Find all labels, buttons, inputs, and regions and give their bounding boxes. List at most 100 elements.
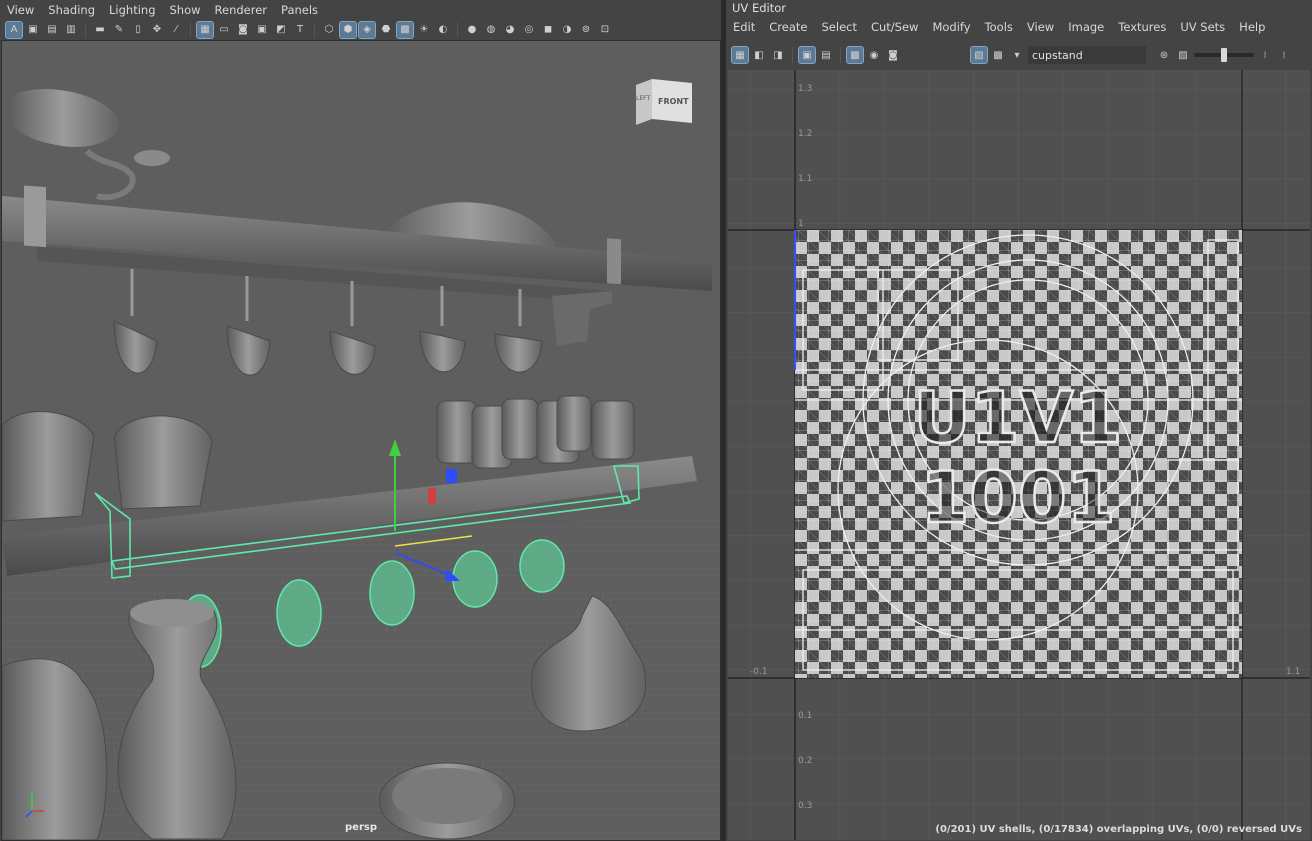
rail-bracket-left (24, 185, 46, 248)
pot-inner (392, 768, 502, 824)
scene-render (2, 89, 720, 840)
wireframe-icon[interactable]: ⬡ (321, 22, 337, 38)
uv-menu-cut-sew[interactable]: Cut/Sew (864, 20, 925, 34)
checker-map-icon[interactable]: ▩ (990, 47, 1006, 63)
brush-icon[interactable]: ⁄ (168, 22, 184, 38)
uv-menu-help[interactable]: Help (1232, 20, 1272, 34)
image-display-icon[interactable]: ▨ (1175, 47, 1191, 63)
image-plane-icon[interactable]: ▥ (63, 22, 79, 38)
uv-snapshot-icon[interactable]: ◙ (885, 47, 901, 63)
uv-menu-textures[interactable]: Textures (1111, 20, 1173, 34)
menu-renderer[interactable]: Renderer (208, 3, 275, 17)
uv-menu-edit[interactable]: Edit (726, 20, 762, 34)
resolution-gate-icon[interactable]: ◙ (235, 22, 251, 38)
toolbar-separator (840, 47, 841, 63)
v-label-1-1: 1.1 (798, 174, 813, 184)
xray-joints-icon[interactable]: ⊚ (578, 22, 594, 38)
v-label-neg-0-1: 0.1 (798, 711, 813, 721)
bonsai-trunk (84, 148, 136, 201)
lights-icon[interactable]: ☀ (416, 22, 432, 38)
uv-editor-panel: UV Editor Edit Create Select Cut/Sew Mod… (726, 0, 1312, 841)
uv-menu-view[interactable]: View (1020, 20, 1061, 34)
uv-grid-icon[interactable]: ▣ (798, 46, 816, 64)
uv-editor-canvas[interactable]: U1V1 1001 1.3 1.2 1.1 1 0.1 0.2 0.3 -0.1… (728, 70, 1310, 840)
viewcube-front-label: FRONT (658, 97, 689, 106)
slider-knob[interactable] (1221, 48, 1227, 62)
uv-shell-toggle-icon[interactable]: ⊛ (1156, 47, 1172, 63)
uv-canvas-svg: U1V1 1001 (728, 70, 1310, 840)
uv-set-field[interactable] (1028, 46, 1146, 64)
use-all-lights-icon[interactable]: ▩ (396, 20, 414, 39)
pivot-icon[interactable]: ✥ (149, 22, 165, 38)
uv-border-icon[interactable]: ◧ (751, 47, 767, 63)
bookmark-icon[interactable]: ▤ (44, 22, 60, 38)
uv-editor-toolbar: ▦ ◧ ◨ ▣ ▤ ▩ ◉ ◙ ▨ ▩ ▾ ⊛ ▨ ⧘ ⧙ (726, 44, 1312, 66)
uv-menu-create[interactable]: Create (762, 20, 814, 34)
v-label-neg-0-2: 0.2 (798, 756, 813, 766)
select-camera-icon[interactable]: A (5, 20, 23, 39)
toolbar-separator (792, 47, 793, 63)
uv-menu-select[interactable]: Select (815, 20, 864, 34)
uv-shell-select-icon[interactable]: ▦ (731, 46, 749, 64)
v-label-1-2: 1.2 (798, 129, 813, 139)
tile-number: 1001 (921, 457, 1116, 539)
uv-distortion-icon[interactable]: ◨ (770, 47, 786, 63)
3d-viewport[interactable]: LEFT FRONT persp (1, 40, 721, 841)
smooth-shade-icon[interactable]: ⬢ (339, 20, 357, 39)
viewport-menubar: View Shading Lighting Show Renderer Pane… (0, 0, 721, 19)
viewport-panel: View Shading Lighting Show Renderer Pane… (0, 0, 721, 841)
bonsai-foliage (6, 89, 119, 147)
u-label-1-1: 1.1 (1286, 667, 1301, 677)
textured-icon[interactable]: ⬣ (378, 22, 394, 38)
gamma-icon[interactable]: ⧙ (1276, 47, 1292, 63)
gate-mask-icon[interactable]: ▣ (254, 22, 270, 38)
uv-menu-modify[interactable]: Modify (925, 20, 977, 34)
uv-texture-borders-icon[interactable]: ◉ (866, 47, 882, 63)
display-image-icon[interactable]: ▨ (970, 46, 988, 64)
depth-of-field-icon[interactable]: ◎ (521, 22, 537, 38)
wall-mount (552, 291, 612, 346)
film-gate-icon[interactable]: ▭ (216, 22, 232, 38)
uv-editor-title: UV Editor (732, 1, 786, 15)
exposure-icon[interactable]: ⧘ (1257, 47, 1273, 63)
grid-icon[interactable]: ▦ (196, 20, 214, 39)
bonsai-top (134, 150, 170, 166)
2d-pan-icon[interactable]: ▬ (92, 22, 108, 38)
uv-status-line: (0/201) UV shells, (0/17834) overlapping… (935, 824, 1302, 835)
uv-menu-image[interactable]: Image (1061, 20, 1111, 34)
v-label-neg-0-3: 0.3 (798, 801, 813, 811)
menu-view[interactable]: View (0, 3, 41, 17)
field-chart-icon[interactable]: ◩ (273, 22, 289, 38)
xray-icon[interactable]: ◑ (559, 22, 575, 38)
camera-name-label: persp (345, 822, 377, 833)
toolbar-separator (85, 21, 86, 38)
rail-bracket-right (607, 238, 621, 285)
uv-pixel-snap-icon[interactable]: ▤ (818, 47, 834, 63)
motion-blur-icon[interactable]: ◍ (483, 22, 499, 38)
toolbar-separator (190, 21, 191, 38)
uv-menu-uv-sets[interactable]: UV Sets (1173, 20, 1232, 34)
isolate-select-icon[interactable]: ◼ (540, 22, 556, 38)
menu-shading[interactable]: Shading (41, 3, 102, 17)
shadows-icon[interactable]: ◐ (435, 22, 451, 38)
ambient-occlusion-icon[interactable]: ● (464, 22, 480, 38)
toolbar-separator (457, 21, 458, 38)
menu-panels[interactable]: Panels (274, 3, 325, 17)
image-brightness-slider[interactable] (1194, 48, 1254, 62)
safe-title-icon[interactable]: T (292, 22, 308, 38)
camera-attributes-icon[interactable]: ▣ (25, 22, 41, 38)
dropdown-arrow-icon[interactable]: ▾ (1009, 47, 1025, 63)
anti-aliasing-icon[interactable]: ◕ (502, 22, 518, 38)
jars-group (436, 395, 635, 469)
uv-shaded-icon[interactable]: ▩ (846, 46, 864, 64)
v-label-1: 1 (798, 219, 804, 229)
menu-lighting[interactable]: Lighting (102, 3, 162, 17)
lock-camera-icon[interactable]: ▯ (130, 22, 146, 38)
menu-show[interactable]: Show (163, 3, 208, 17)
xray-components-icon[interactable]: ⊡ (597, 22, 613, 38)
uv-menu-tools[interactable]: Tools (978, 20, 1020, 34)
viewport-toolbar: A ▣ ▤ ▥ ▬ ✎ ▯ ✥ ⁄ ▦ ▭ ◙ ▣ ◩ T ⬡ ⬢ ◈ ⬣ ▩ … (0, 20, 721, 39)
viewcube[interactable]: LEFT FRONT (634, 79, 694, 129)
grease-pencil-icon[interactable]: ✎ (111, 22, 127, 38)
wireframe-on-shaded-icon[interactable]: ◈ (358, 20, 376, 39)
